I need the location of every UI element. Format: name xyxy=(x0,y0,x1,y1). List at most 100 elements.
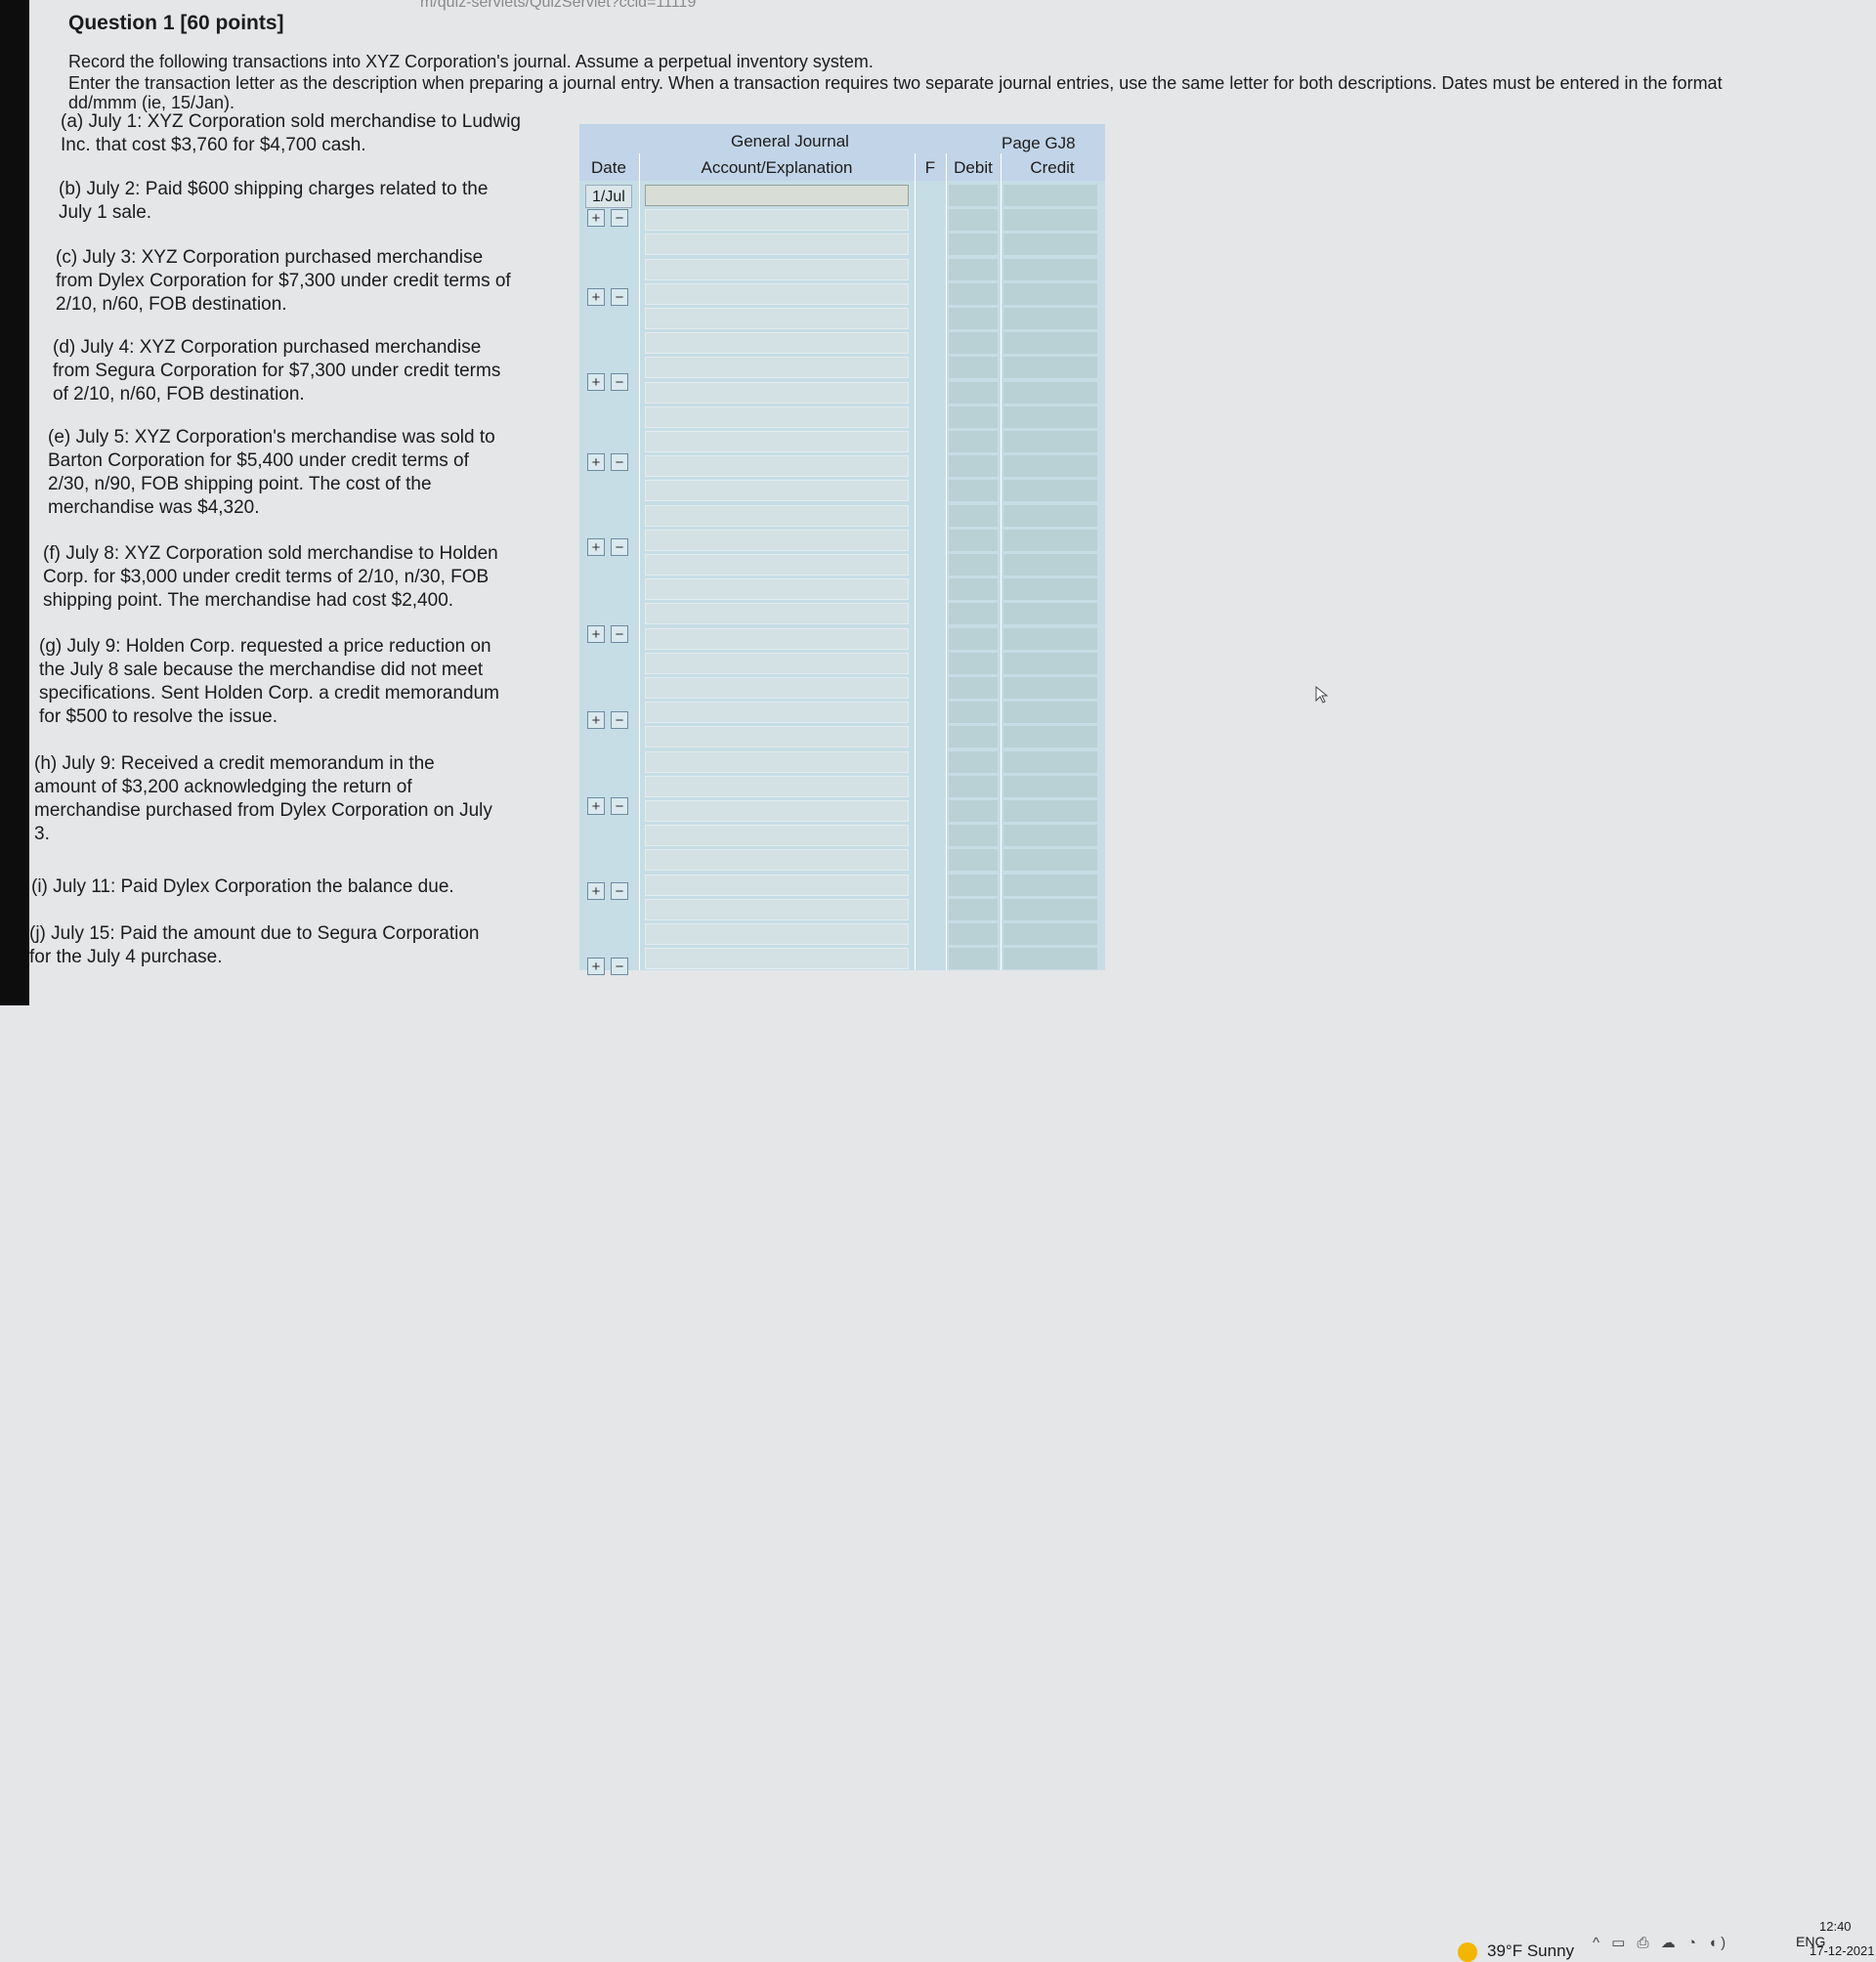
account-input[interactable] xyxy=(645,627,909,650)
debit-input[interactable] xyxy=(949,775,998,797)
account-input[interactable] xyxy=(645,308,909,329)
debit-input[interactable] xyxy=(949,874,998,896)
debit-input[interactable] xyxy=(949,209,998,232)
remove-row-button[interactable]: − xyxy=(611,453,628,471)
debit-input[interactable] xyxy=(949,652,998,674)
credit-input[interactable] xyxy=(1003,578,1097,601)
account-input[interactable] xyxy=(645,923,909,945)
credit-input[interactable] xyxy=(1003,185,1097,206)
weather-text[interactable]: 39°F Sunny xyxy=(1487,1941,1574,1961)
debit-input[interactable] xyxy=(949,258,998,280)
credit-input[interactable] xyxy=(1003,775,1097,797)
account-input[interactable] xyxy=(645,603,909,625)
account-input[interactable] xyxy=(645,702,909,724)
debit-input[interactable] xyxy=(949,578,998,601)
account-input[interactable] xyxy=(645,578,909,601)
remove-row-button[interactable]: − xyxy=(611,625,628,643)
account-input[interactable] xyxy=(645,405,909,428)
debit-input[interactable] xyxy=(949,455,998,478)
add-row-button[interactable]: + xyxy=(587,625,605,643)
debit-input[interactable] xyxy=(949,702,998,724)
account-input[interactable] xyxy=(645,381,909,404)
credit-input[interactable] xyxy=(1003,800,1097,822)
account-input[interactable] xyxy=(645,874,909,896)
credit-input[interactable] xyxy=(1003,480,1097,502)
debit-input[interactable] xyxy=(949,405,998,428)
debit-input[interactable] xyxy=(949,800,998,822)
add-row-button[interactable]: + xyxy=(587,288,605,306)
credit-input[interactable] xyxy=(1003,603,1097,625)
account-input[interactable] xyxy=(645,652,909,674)
add-row-button[interactable]: + xyxy=(587,538,605,556)
debit-input[interactable] xyxy=(949,332,998,355)
account-input[interactable] xyxy=(645,504,909,527)
credit-input[interactable] xyxy=(1003,702,1097,724)
credit-input[interactable] xyxy=(1003,455,1097,478)
credit-input[interactable] xyxy=(1003,874,1097,896)
credit-input[interactable] xyxy=(1003,504,1097,527)
remove-row-button[interactable]: − xyxy=(611,711,628,729)
debit-input[interactable] xyxy=(949,603,998,625)
account-input[interactable] xyxy=(645,898,909,920)
credit-input[interactable] xyxy=(1003,405,1097,428)
add-row-button[interactable]: + xyxy=(587,882,605,900)
debit-input[interactable] xyxy=(949,431,998,452)
credit-input[interactable] xyxy=(1003,282,1097,305)
remove-row-button[interactable]: − xyxy=(611,288,628,306)
credit-input[interactable] xyxy=(1003,554,1097,576)
debit-input[interactable] xyxy=(949,849,998,872)
account-input[interactable] xyxy=(645,234,909,256)
credit-input[interactable] xyxy=(1003,627,1097,650)
credit-input[interactable] xyxy=(1003,652,1097,674)
credit-input[interactable] xyxy=(1003,923,1097,945)
clock-time[interactable]: 12:40 xyxy=(1819,1919,1852,1934)
credit-input[interactable] xyxy=(1003,677,1097,699)
debit-input[interactable] xyxy=(949,381,998,404)
debit-input[interactable] xyxy=(949,923,998,945)
system-tray-icons[interactable]: ^ ▭ ⎙ ☁ ◔ ◖) xyxy=(1593,1934,1729,1951)
debit-input[interactable] xyxy=(949,898,998,920)
credit-input[interactable] xyxy=(1003,234,1097,256)
credit-input[interactable] xyxy=(1003,332,1097,355)
date-input[interactable]: 1/Jul xyxy=(585,185,632,208)
remove-row-button[interactable]: − xyxy=(611,882,628,900)
account-input[interactable] xyxy=(645,775,909,797)
credit-input[interactable] xyxy=(1003,849,1097,872)
add-row-button[interactable]: + xyxy=(587,373,605,391)
credit-input[interactable] xyxy=(1003,258,1097,280)
credit-input[interactable] xyxy=(1003,357,1097,379)
account-input[interactable] xyxy=(645,825,909,847)
debit-input[interactable] xyxy=(949,308,998,329)
account-input[interactable] xyxy=(645,726,909,748)
credit-input[interactable] xyxy=(1003,750,1097,773)
debit-input[interactable] xyxy=(949,825,998,847)
credit-input[interactable] xyxy=(1003,381,1097,404)
account-input[interactable] xyxy=(645,209,909,232)
debit-input[interactable] xyxy=(949,627,998,650)
debit-input[interactable] xyxy=(949,554,998,576)
debit-input[interactable] xyxy=(949,529,998,551)
account-input[interactable] xyxy=(645,849,909,872)
credit-input[interactable] xyxy=(1003,308,1097,329)
credit-input[interactable] xyxy=(1003,431,1097,452)
account-input[interactable] xyxy=(645,800,909,822)
remove-row-button[interactable]: − xyxy=(611,373,628,391)
debit-input[interactable] xyxy=(949,677,998,699)
remove-row-button[interactable]: − xyxy=(611,538,628,556)
account-input[interactable] xyxy=(645,185,909,206)
debit-input[interactable] xyxy=(949,282,998,305)
account-input[interactable] xyxy=(645,431,909,452)
add-row-button[interactable]: + xyxy=(587,711,605,729)
add-row-button[interactable]: + xyxy=(587,209,605,227)
debit-input[interactable] xyxy=(949,234,998,256)
credit-input[interactable] xyxy=(1003,726,1097,748)
debit-input[interactable] xyxy=(949,750,998,773)
account-input[interactable] xyxy=(645,258,909,280)
debit-input[interactable] xyxy=(949,504,998,527)
account-input[interactable] xyxy=(645,677,909,699)
remove-row-button[interactable]: − xyxy=(611,797,628,815)
account-input[interactable] xyxy=(645,554,909,576)
clock-date[interactable]: 17-12-2021 xyxy=(1810,1943,1875,1958)
account-input[interactable] xyxy=(645,332,909,355)
debit-input[interactable] xyxy=(949,726,998,748)
